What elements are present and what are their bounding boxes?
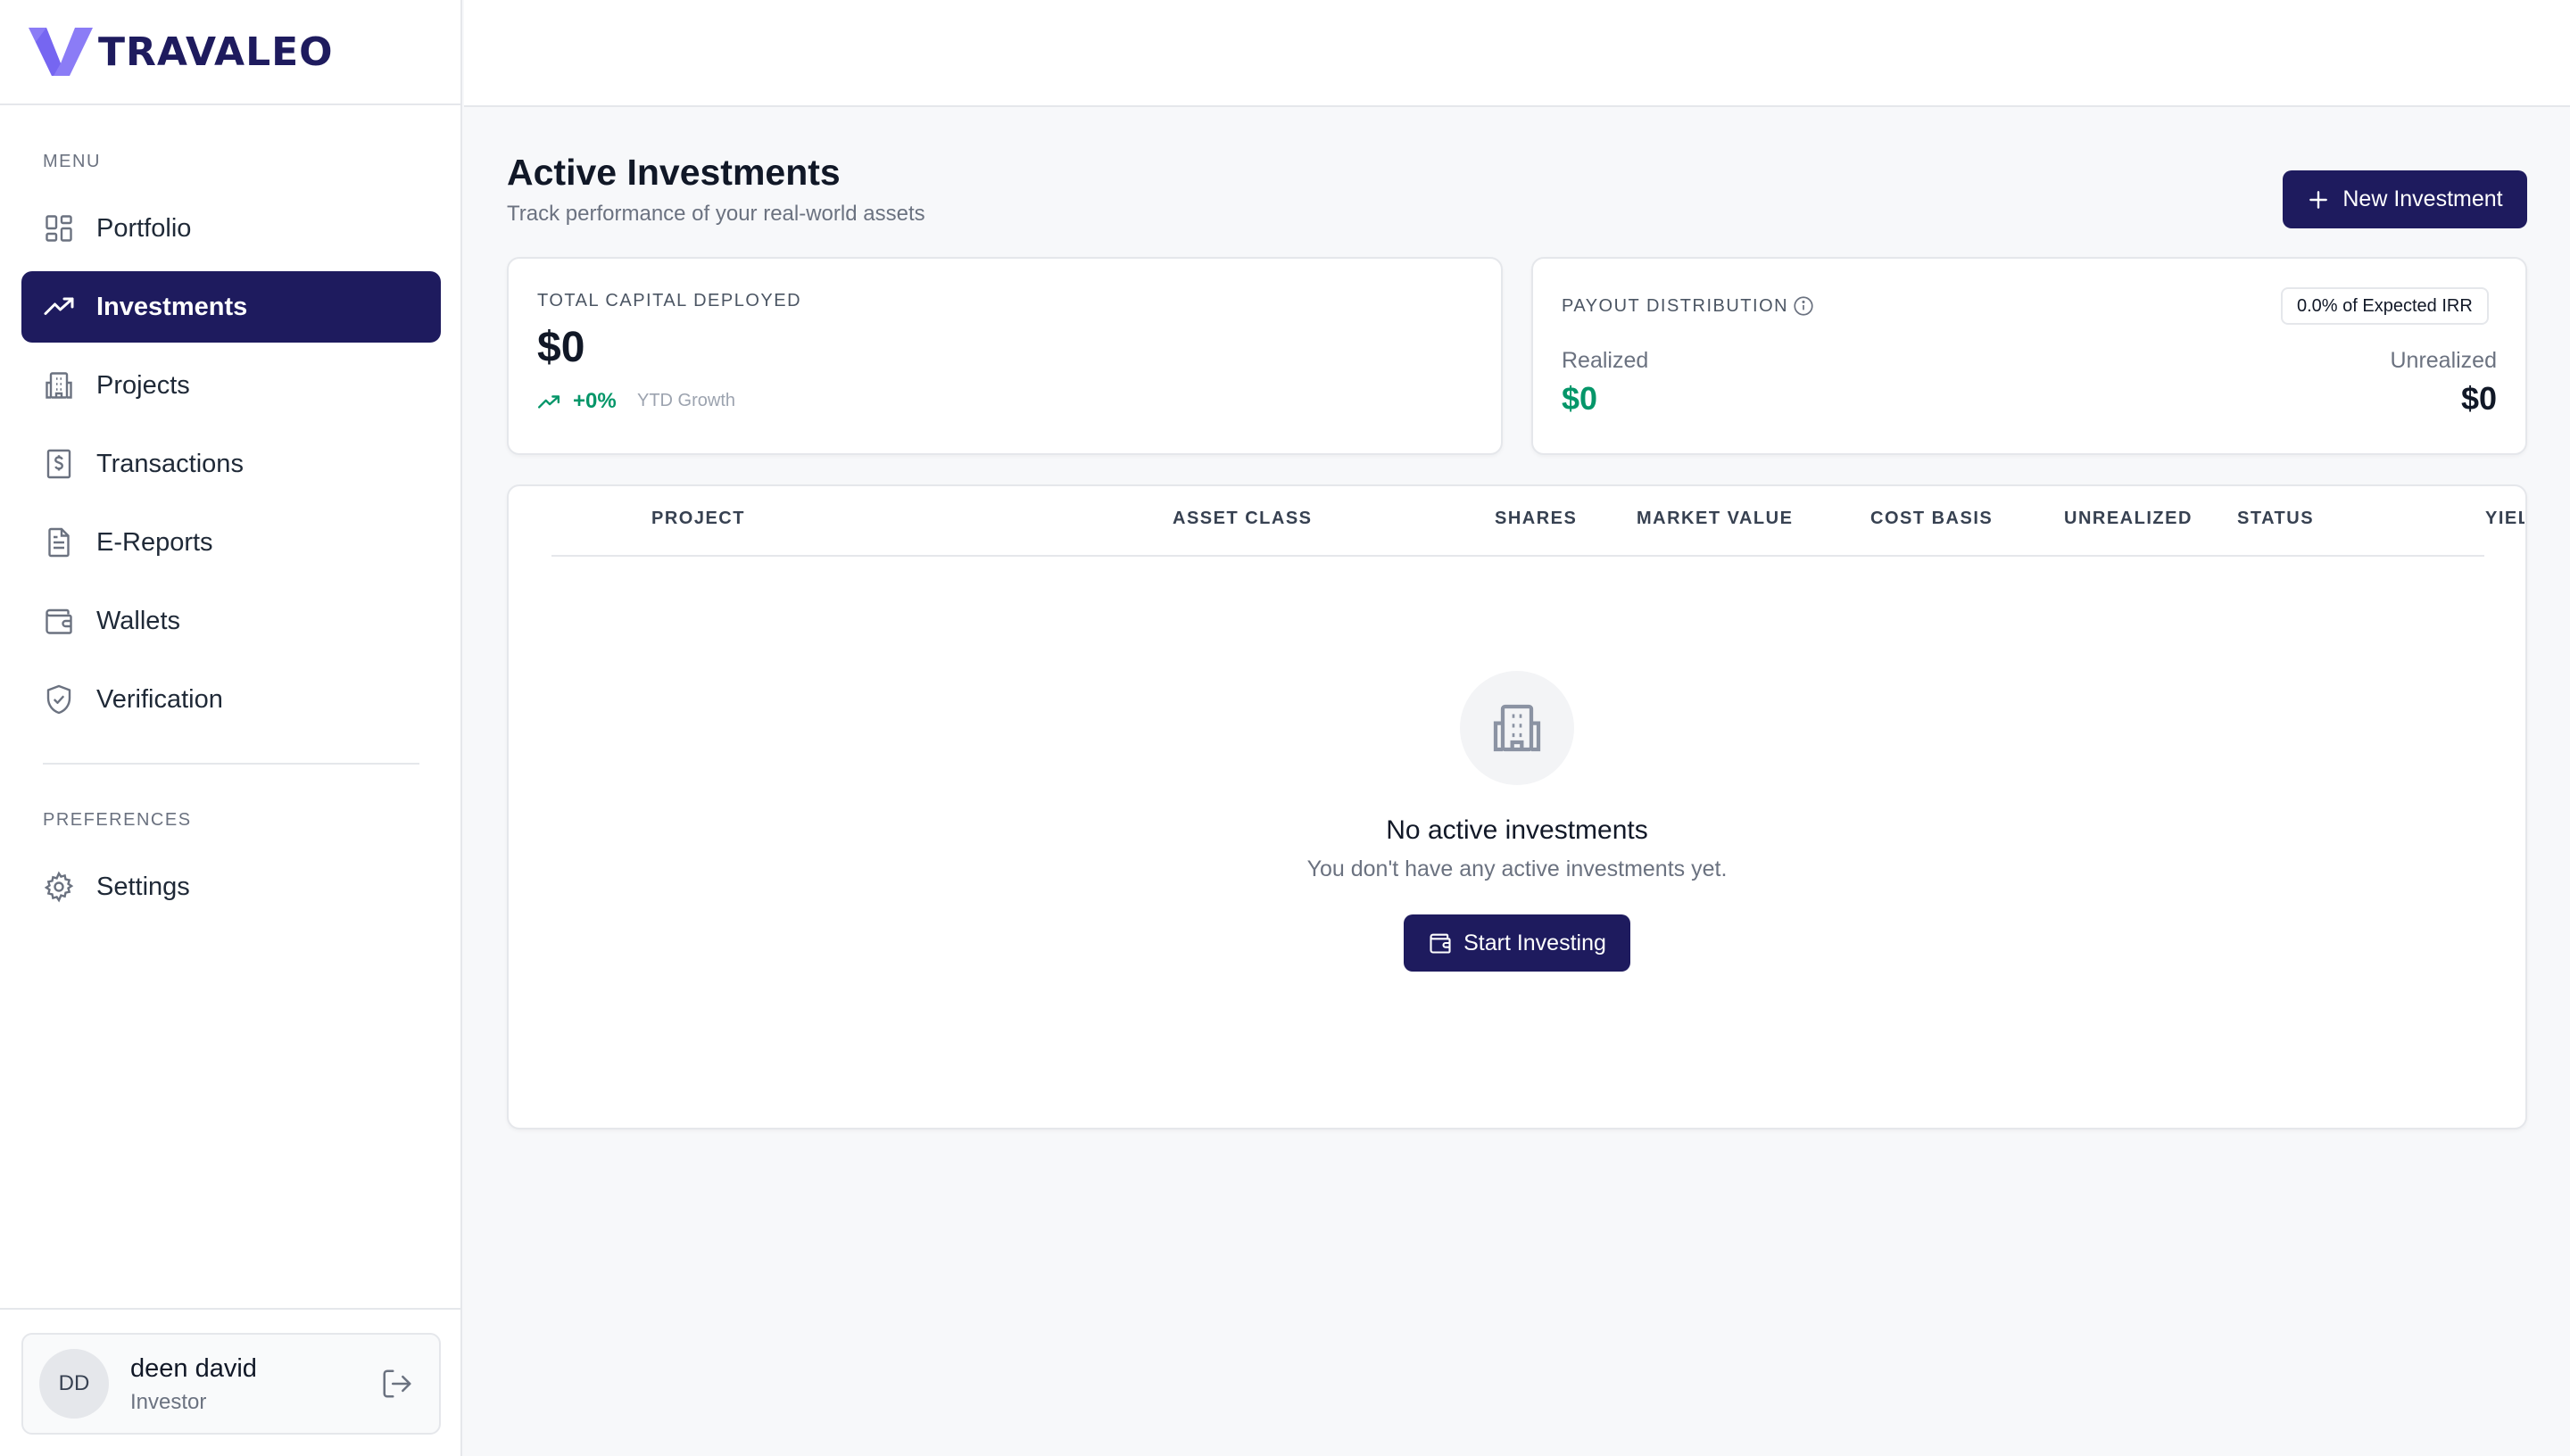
sidebar-item-portfolio[interactable]: Portfolio (21, 193, 441, 264)
sidebar-item-label: E-Reports (96, 527, 213, 557)
user-name: deen david (130, 1354, 257, 1383)
page-title: Active Investments (507, 152, 841, 193)
building-icon (1493, 704, 1541, 752)
building-icon (46, 372, 72, 399)
sidebar-item-transactions[interactable]: Transactions (21, 428, 441, 500)
preferences-section-label: PREFERENCES (43, 810, 192, 830)
menu-section-label: MENU (43, 152, 101, 171)
total-capital-card: TOTAL CAPITAL DEPLOYED $0 +0% YTD Growth (507, 257, 1503, 455)
trending-up-icon (537, 395, 560, 409)
sidebar-item-verification[interactable]: Verification (21, 664, 441, 735)
trending-up-icon (44, 297, 74, 315)
avatar: DD (39, 1349, 109, 1419)
receipt-icon (46, 449, 71, 479)
gear-icon (44, 871, 74, 903)
table-header-divider (551, 555, 2484, 557)
wallet-icon (46, 608, 72, 634)
user-role: Investor (130, 1390, 207, 1414)
realized-label: Realized (1562, 348, 1649, 373)
top-bar (464, 0, 2570, 107)
brand-name: TRAVALEO (98, 29, 334, 75)
sidebar-item-label: Portfolio (96, 213, 192, 243)
user-card[interactable]: DD deen david Investor (21, 1333, 441, 1435)
column-header-yield[interactable]: YIEL (2485, 509, 2524, 529)
payout-distribution-card: PAYOUT DISTRIBUTION 0.0% of Expected IRR… (1531, 257, 2527, 455)
column-header-asset-class[interactable]: ASSET CLASS (1173, 509, 1313, 529)
realized-value: $0 (1562, 380, 1598, 417)
total-capital-value: $0 (537, 324, 585, 371)
unrealized-value: $0 (2460, 380, 2497, 417)
expected-irr-badge: 0.0% of Expected IRR (2281, 287, 2489, 325)
sidebar-item-label: Projects (96, 370, 190, 400)
column-header-status[interactable]: STATUS (2237, 509, 2314, 529)
sidebar-item-wallets[interactable]: Wallets (21, 585, 441, 657)
sidebar-item-projects[interactable]: Projects (21, 350, 441, 421)
column-header-market-value[interactable]: MARKET VALUE (1637, 509, 1793, 529)
table-header: PROJECT ASSET CLASS SHARES MARKET VALUE … (508, 486, 2524, 558)
sidebar-item-settings[interactable]: Settings (21, 851, 441, 922)
empty-state-title: No active investments (1386, 815, 1648, 845)
travaleo-logo-icon (29, 28, 93, 76)
logo[interactable]: TRAVALEO (0, 0, 460, 105)
column-header-shares[interactable]: SHARES (1495, 509, 1577, 529)
sidebar-item-e-reports[interactable]: E-Reports (21, 507, 441, 578)
empty-state-subtitle: You don't have any active investments ye… (1306, 856, 1728, 881)
sidebar-item-label: Wallets (96, 606, 180, 635)
payout-distribution-label: PAYOUT DISTRIBUTION (1562, 296, 1789, 316)
ytd-growth-label: YTD Growth (637, 391, 736, 410)
sidebar-item-label: Investments (96, 292, 248, 321)
investments-table-card (507, 484, 2527, 1129)
sidebar-divider (43, 763, 419, 765)
document-icon (48, 527, 70, 558)
info-icon[interactable] (1792, 294, 1815, 318)
ytd-growth-value: +0% (573, 389, 617, 413)
plus-icon (2309, 190, 2328, 209)
sidebar-item-label: Settings (96, 872, 190, 901)
new-investment-label: New Investment (2342, 186, 2503, 211)
empty-state-icon (1460, 671, 1574, 785)
sidebar-item-label: Transactions (96, 449, 244, 478)
user-section: DD deen david Investor (0, 1308, 462, 1456)
column-header-project[interactable]: PROJECT (651, 509, 745, 529)
shield-check-icon (46, 684, 71, 715)
page-subtitle: Track performance of your real-world ass… (507, 202, 925, 226)
wallet-icon (1430, 933, 1451, 954)
logout-icon[interactable] (380, 1367, 414, 1401)
sidebar-item-investments[interactable]: Investments (21, 271, 441, 343)
column-header-unrealized[interactable]: UNREALIZED (2064, 509, 2193, 529)
start-investing-label: Start Investing (1463, 930, 1606, 956)
unrealized-label: Unrealized (2390, 348, 2497, 373)
start-investing-button[interactable]: Start Investing (1404, 914, 1630, 972)
sidebar: TRAVALEO MENU Portfolio Investments Proj… (0, 0, 462, 1456)
total-capital-label: TOTAL CAPITAL DEPLOYED (537, 291, 802, 310)
column-header-cost-basis[interactable]: COST BASIS (1870, 509, 1993, 529)
grid-icon (46, 215, 72, 242)
new-investment-button[interactable]: New Investment (2283, 170, 2527, 228)
sidebar-item-label: Verification (96, 684, 223, 714)
